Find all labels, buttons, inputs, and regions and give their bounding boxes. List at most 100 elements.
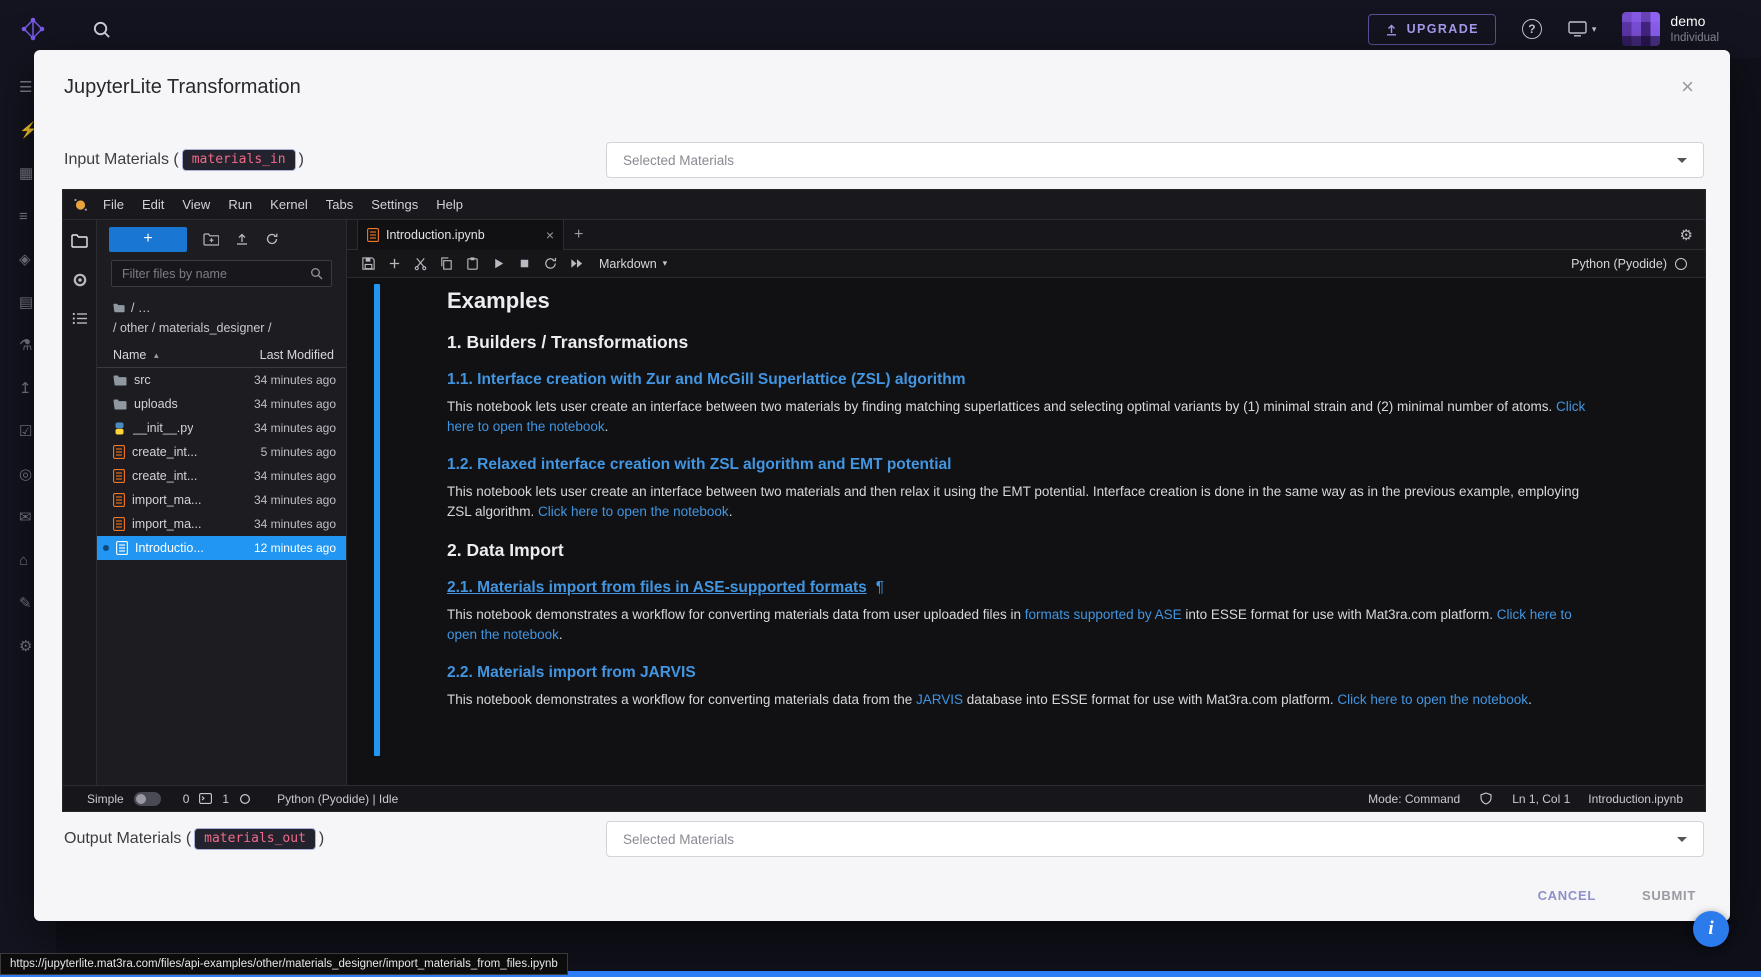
list-icon[interactable]: ≡ bbox=[19, 209, 28, 224]
restart-kernel-icon[interactable] bbox=[537, 252, 563, 276]
cut-icon[interactable] bbox=[407, 252, 433, 276]
paste-icon[interactable] bbox=[459, 252, 485, 276]
nb-link-2-1-hovered[interactable]: 2.1. Materials import from files in ASE-… bbox=[447, 579, 867, 596]
open-notebook-link[interactable]: Click here to open the notebook bbox=[538, 504, 729, 519]
kernel-icon[interactable] bbox=[239, 793, 251, 805]
menu-icon[interactable]: ☰ bbox=[19, 80, 32, 95]
menu-item-view[interactable]: View bbox=[173, 197, 219, 212]
cursor-position[interactable]: Ln 1, Col 1 bbox=[1512, 792, 1570, 806]
grid-icon[interactable]: ▦ bbox=[19, 166, 33, 181]
rows-icon[interactable]: ▤ bbox=[19, 295, 33, 310]
nb-link-1-2[interactable]: 1.2. Relaxed interface creation with ZSL… bbox=[447, 456, 951, 473]
cell-collapser[interactable] bbox=[374, 284, 380, 756]
pilcrow-anchor-icon: ¶ bbox=[876, 579, 884, 596]
gear-icon[interactable]: ⚙ bbox=[19, 639, 32, 654]
user-menu[interactable]: demo Individual bbox=[1622, 12, 1719, 46]
menu-item-help[interactable]: Help bbox=[427, 197, 472, 212]
nb-heading-2-1: 2.1. Materials import from files in ASE-… bbox=[447, 579, 1597, 597]
jupyterlite-transformation-modal: JupyterLite Transformation × Input Mater… bbox=[34, 50, 1730, 921]
menu-item-file[interactable]: File bbox=[94, 197, 133, 212]
file-row-selected[interactable]: Introductio... 12 minutes ago bbox=[97, 536, 346, 560]
file-row[interactable]: create_int... 5 minutes ago bbox=[97, 440, 346, 464]
gear-icon[interactable]: ⚙ bbox=[1680, 226, 1693, 244]
filter-files-input[interactable] bbox=[111, 260, 332, 287]
input-materials-select[interactable]: Selected Materials bbox=[606, 142, 1704, 178]
notebook-file-icon bbox=[113, 469, 125, 483]
select-placeholder: Selected Materials bbox=[623, 832, 734, 847]
flask-icon[interactable]: ⚗ bbox=[19, 338, 32, 353]
upload-icon[interactable] bbox=[235, 232, 249, 246]
open-notebook-link[interactable]: Click here to open the notebook bbox=[1337, 692, 1528, 707]
running-kernels-tab-icon[interactable] bbox=[72, 272, 88, 288]
add-tab-icon[interactable]: + bbox=[574, 226, 583, 244]
monitor-icon bbox=[1568, 21, 1587, 37]
file-row[interactable]: __init__.py 34 minutes ago bbox=[97, 416, 346, 440]
menu-item-settings[interactable]: Settings bbox=[362, 197, 427, 212]
nb-link-1-1[interactable]: 1.1. Interface creation with Zur and McG… bbox=[447, 371, 965, 388]
upload-icon[interactable]: ↥ bbox=[19, 381, 32, 396]
file-row[interactable]: uploads 34 minutes ago bbox=[97, 392, 346, 416]
info-button[interactable]: i bbox=[1693, 911, 1729, 947]
menu-item-tabs[interactable]: Tabs bbox=[317, 197, 362, 212]
refresh-icon[interactable] bbox=[265, 232, 279, 246]
output-materials-select[interactable]: Selected Materials bbox=[606, 821, 1704, 857]
file-row[interactable]: import_ma... 34 minutes ago bbox=[97, 488, 346, 512]
pencil-icon[interactable]: ✎ bbox=[19, 596, 32, 611]
column-header-name[interactable]: Name ▲ bbox=[113, 348, 260, 362]
simple-mode-toggle[interactable] bbox=[134, 792, 161, 806]
avatar bbox=[1622, 12, 1660, 46]
copy-icon[interactable] bbox=[433, 252, 459, 276]
menu-item-edit[interactable]: Edit bbox=[133, 197, 173, 212]
menu-item-run[interactable]: Run bbox=[219, 197, 261, 212]
tab-introduction-ipynb[interactable]: Introduction.ipynb × bbox=[357, 220, 564, 250]
upgrade-button[interactable]: UPGRADE bbox=[1368, 14, 1496, 45]
folder-icon[interactable] bbox=[113, 303, 125, 313]
breadcrumb-path[interactable]: / other / materials_designer / bbox=[113, 318, 271, 338]
breadcrumb-top[interactable]: / … bbox=[131, 298, 150, 318]
jupyterlab-frame: File Edit View Run Kernel Tabs Settings … bbox=[62, 189, 1706, 812]
add-cell-icon[interactable] bbox=[381, 252, 407, 276]
close-icon[interactable]: × bbox=[1681, 74, 1694, 100]
table-of-contents-tab-icon[interactable] bbox=[72, 312, 88, 325]
new-folder-icon[interactable] bbox=[203, 233, 219, 246]
file-row[interactable]: import_ma... 34 minutes ago bbox=[97, 512, 346, 536]
trust-shield-icon[interactable] bbox=[1480, 792, 1492, 805]
mode-indicator[interactable]: Mode: Command bbox=[1368, 792, 1460, 806]
file-row[interactable]: create_int... 34 minutes ago bbox=[97, 464, 346, 488]
mail-icon[interactable]: ✉ bbox=[19, 510, 32, 525]
tab-bar: Introduction.ipynb × + ⚙ bbox=[347, 220, 1705, 250]
search-icon[interactable] bbox=[92, 20, 111, 39]
notebook-toolbar: Markdown ▾ Python (Pyodide) bbox=[347, 250, 1705, 278]
mat3ra-logo[interactable] bbox=[20, 16, 46, 42]
cancel-button[interactable]: CANCEL bbox=[1538, 888, 1596, 903]
terminal-icon[interactable] bbox=[199, 793, 212, 804]
run-icon[interactable] bbox=[485, 252, 511, 276]
restart-run-all-icon[interactable] bbox=[563, 252, 589, 276]
notebook-file-icon bbox=[113, 445, 125, 459]
ase-formats-link[interactable]: formats supported by ASE bbox=[1025, 607, 1182, 622]
column-header-last-modified[interactable]: Last Modified bbox=[260, 348, 334, 362]
filter-files-field[interactable] bbox=[120, 266, 310, 282]
cell-type-dropdown[interactable]: Markdown ▾ bbox=[599, 257, 667, 271]
target-icon[interactable]: ◎ bbox=[19, 467, 32, 482]
diamond-icon[interactable]: ◈ bbox=[19, 252, 31, 267]
file-row[interactable]: src 34 minutes ago bbox=[97, 368, 346, 392]
new-launcher-button[interactable]: + bbox=[109, 227, 187, 252]
submit-button[interactable]: SUBMIT bbox=[1642, 888, 1696, 903]
menu-item-kernel[interactable]: Kernel bbox=[261, 197, 317, 212]
checkbox-icon[interactable]: ☑ bbox=[19, 424, 32, 439]
jarvis-link[interactable]: JARVIS bbox=[916, 692, 963, 707]
nb-link-2-2[interactable]: 2.2. Materials import from JARVIS bbox=[447, 664, 696, 681]
stop-icon[interactable] bbox=[511, 252, 537, 276]
close-icon[interactable]: × bbox=[546, 227, 554, 243]
file-browser-tab-icon[interactable] bbox=[71, 234, 88, 248]
sort-ascending-icon: ▲ bbox=[152, 351, 160, 360]
display-menu[interactable]: ▾ bbox=[1568, 21, 1597, 37]
home-icon[interactable]: ⌂ bbox=[19, 553, 28, 568]
nb-heading-1-2: 1.2. Relaxed interface creation with ZSL… bbox=[447, 456, 1597, 474]
kernel-name[interactable]: Python (Pyodide) bbox=[1571, 257, 1667, 271]
save-icon[interactable] bbox=[355, 252, 381, 276]
help-icon[interactable]: ? bbox=[1522, 19, 1542, 39]
chevron-down-icon: ▾ bbox=[663, 258, 668, 269]
nb-heading-examples: Examples bbox=[447, 288, 1597, 314]
